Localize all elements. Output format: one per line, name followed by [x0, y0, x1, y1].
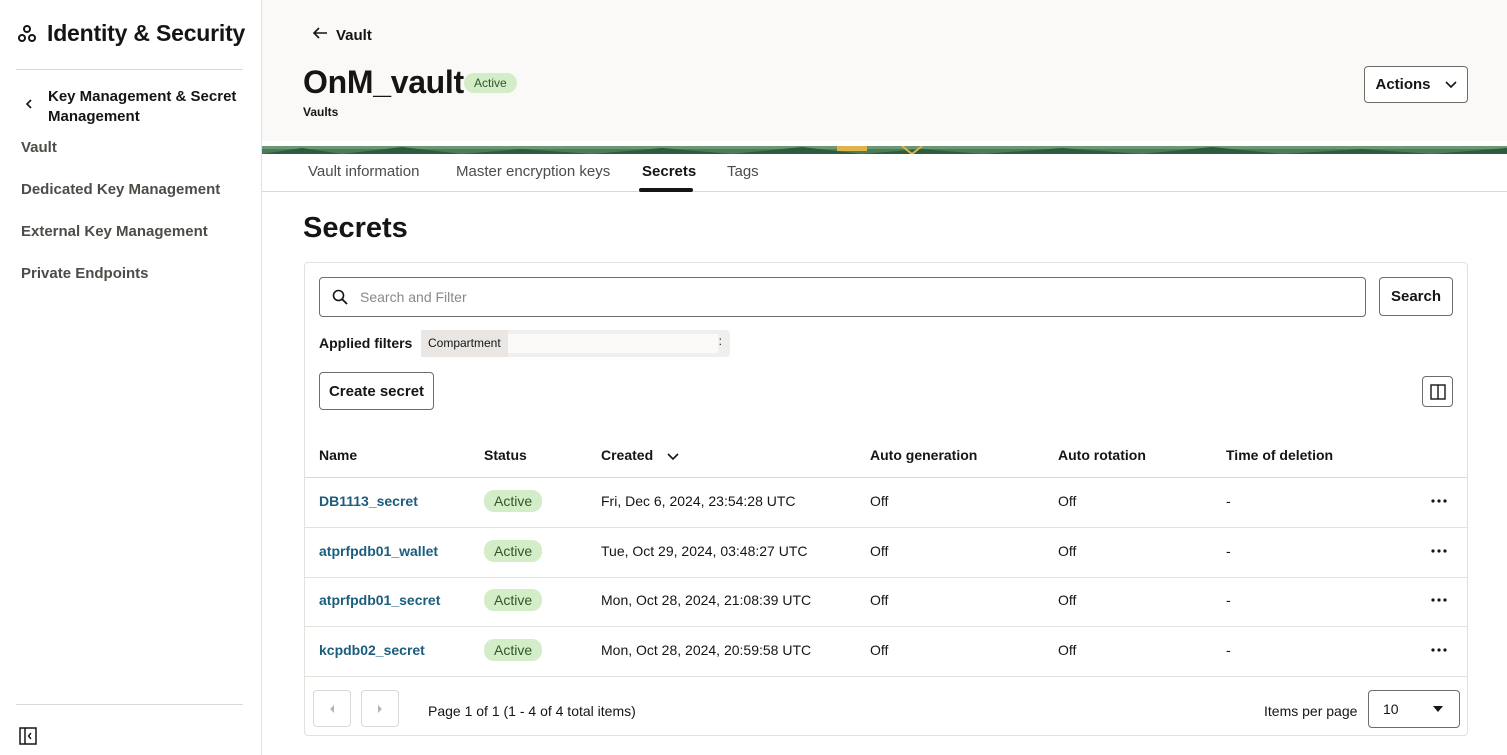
secret-name-link[interactable]: atprfpdb01_secret [319, 592, 440, 608]
sidebar-footer-divider [16, 704, 243, 705]
time-of-deletion-cell: - [1226, 543, 1231, 559]
auto-rotation-cell: Off [1058, 543, 1077, 559]
search-box [319, 277, 1366, 317]
breadcrumb-back-link[interactable]: Vault [312, 26, 372, 44]
tab-secrets[interactable]: Secrets [642, 163, 696, 180]
column-header-name[interactable]: Name [319, 447, 357, 463]
decorative-banner [262, 141, 1507, 156]
tab-bar: Vault information Master encryption keys… [262, 149, 1507, 192]
columns-icon[interactable] [1422, 376, 1453, 407]
items-per-page-value: 10 [1383, 701, 1399, 717]
pagination-summary: Page 1 of 1 (1 - 4 of 4 total items) [428, 703, 636, 719]
auto-generation-cell: Off [870, 493, 889, 509]
column-header-auto-generation[interactable]: Auto generation [870, 447, 977, 463]
page-next-icon[interactable] [361, 690, 399, 727]
column-header-status[interactable]: Status [484, 447, 527, 463]
collapse-sidebar-icon[interactable] [19, 727, 37, 745]
table-row: atprfpdb01_secret Active Mon, Oct 28, 20… [305, 577, 1467, 627]
sidebar: Identity & Security Key Management & Sec… [0, 0, 262, 755]
section-title: Secrets [303, 212, 408, 244]
page-header: Vault OnM_vault Active Vaults Actions [262, 0, 1507, 141]
sidebar-item-dedicated-key-management[interactable]: Dedicated Key Management [21, 181, 220, 198]
auto-rotation-cell: Off [1058, 642, 1077, 658]
filter-chip-more: : [718, 334, 722, 348]
secret-name-link[interactable]: kcpdb02_secret [319, 642, 425, 658]
sidebar-back-link[interactable]: Key Management & Secret Management [24, 87, 238, 127]
time-of-deletion-cell: - [1226, 493, 1231, 509]
actions-button[interactable]: Actions [1364, 66, 1468, 103]
sidebar-divider [16, 69, 243, 70]
column-header-created-label: Created [601, 447, 654, 463]
create-secret-button[interactable]: Create secret [319, 372, 434, 410]
page-title: OnM_vault [303, 64, 464, 100]
more-actions-icon[interactable] [1429, 640, 1449, 660]
more-actions-icon[interactable] [1429, 491, 1449, 511]
auto-generation-cell: Off [870, 543, 889, 559]
chevron-down-icon [1444, 76, 1457, 93]
items-per-page-label: Items per page [1264, 703, 1358, 719]
secrets-panel: Search Applied filters Compartment : Cre… [304, 262, 1468, 736]
created-cell: Fri, Dec 6, 2024, 23:54:28 UTC [601, 493, 796, 509]
column-header-auto-rotation[interactable]: Auto rotation [1058, 447, 1146, 463]
chevron-left-icon [24, 99, 34, 109]
arrow-left-icon [312, 26, 328, 44]
sidebar-back-label: Key Management & Secret Management [48, 88, 237, 125]
status-badge: Active [464, 73, 517, 93]
breadcrumb-label: Vault [336, 26, 372, 44]
sidebar-title: Identity & Security [47, 20, 246, 46]
active-tab-indicator [639, 188, 693, 192]
status-badge: Active [484, 589, 543, 611]
auto-generation-cell: Off [870, 642, 889, 658]
filter-chip-value [508, 334, 718, 353]
identity-icon [17, 24, 37, 44]
tab-tags[interactable]: Tags [727, 163, 759, 180]
auto-rotation-cell: Off [1058, 493, 1077, 509]
tab-master-encryption-keys[interactable]: Master encryption keys [456, 163, 610, 180]
time-of-deletion-cell: - [1226, 642, 1231, 658]
secret-name-link[interactable]: DB1113_secret [319, 493, 418, 509]
table-row: atprfpdb01_wallet Active Tue, Oct 29, 20… [305, 528, 1467, 578]
tab-vault-information[interactable]: Vault information [308, 163, 419, 180]
filter-chip-compartment[interactable]: Compartment : [421, 330, 730, 357]
search-input[interactable] [360, 289, 1340, 305]
sidebar-item-vault[interactable]: Vault [21, 139, 57, 156]
column-header-time-of-deletion[interactable]: Time of deletion [1226, 447, 1333, 463]
created-cell: Mon, Oct 28, 2024, 20:59:58 UTC [601, 642, 812, 658]
sidebar-header: Identity & Security [17, 20, 245, 47]
search-button[interactable]: Search [1379, 277, 1453, 316]
sidebar-item-private-endpoints[interactable]: Private Endpoints [21, 265, 149, 282]
more-actions-icon[interactable] [1429, 541, 1449, 561]
table-row: kcpdb02_secret Active Mon, Oct 28, 2024,… [305, 627, 1467, 677]
table-row: DB1113_secret Active Fri, Dec 6, 2024, 2… [305, 478, 1467, 528]
sort-desc-icon[interactable] [667, 448, 679, 464]
page-subtitle: Vaults [303, 105, 339, 119]
time-of-deletion-cell: - [1226, 592, 1231, 608]
auto-generation-cell: Off [870, 592, 889, 608]
page-prev-icon[interactable] [313, 690, 351, 727]
auto-rotation-cell: Off [1058, 592, 1077, 608]
search-icon [332, 289, 348, 305]
sidebar-item-external-key-management[interactable]: External Key Management [21, 223, 208, 240]
more-actions-icon[interactable] [1429, 590, 1449, 610]
status-badge: Active [484, 540, 543, 562]
created-cell: Mon, Oct 28, 2024, 21:08:39 UTC [601, 592, 812, 608]
created-cell: Tue, Oct 29, 2024, 03:48:27 UTC [601, 543, 808, 559]
applied-filters-label: Applied filters [319, 335, 413, 351]
column-header-created[interactable]: Created [601, 447, 679, 464]
filter-chip-label: Compartment [421, 330, 508, 357]
status-badge: Active [484, 490, 543, 512]
select-caret-icon [1433, 706, 1443, 712]
status-badge: Active [484, 639, 543, 661]
actions-label: Actions [1375, 76, 1431, 93]
items-per-page-select[interactable]: 10 [1368, 690, 1460, 728]
secret-name-link[interactable]: atprfpdb01_wallet [319, 543, 438, 559]
